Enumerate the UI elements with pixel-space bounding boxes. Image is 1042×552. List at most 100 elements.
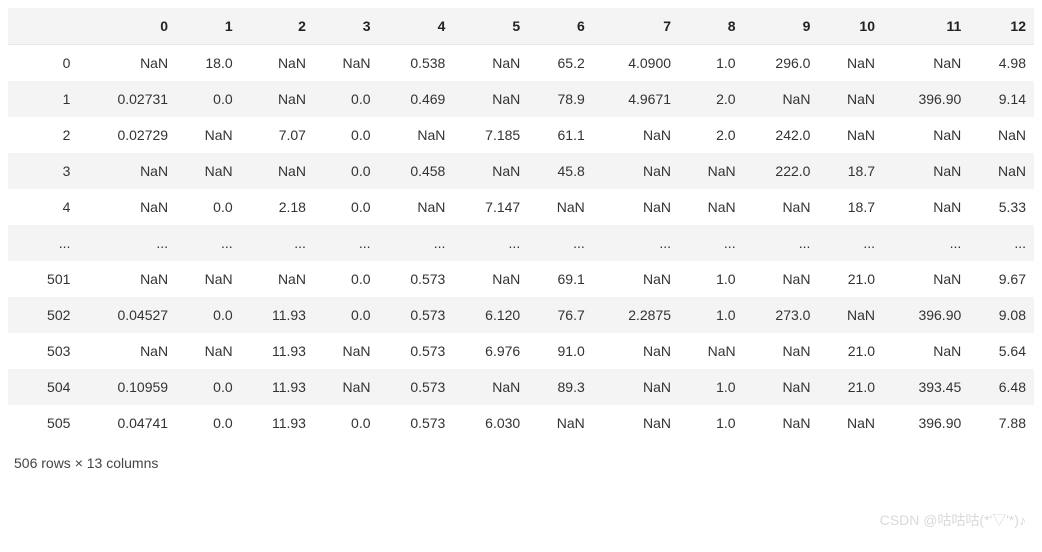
cell: ... bbox=[969, 225, 1034, 261]
cell: 11.93 bbox=[241, 405, 314, 441]
index-header bbox=[8, 8, 78, 45]
cell: 18.7 bbox=[818, 189, 883, 225]
row-index: 504 bbox=[8, 369, 78, 405]
cell: 6.976 bbox=[453, 333, 528, 369]
col-header: 2 bbox=[241, 8, 314, 45]
cell: NaN bbox=[883, 333, 969, 369]
cell: NaN bbox=[679, 189, 744, 225]
cell: 0.538 bbox=[379, 45, 454, 82]
row-index: 502 bbox=[8, 297, 78, 333]
cell: 6.030 bbox=[453, 405, 528, 441]
row-index: 503 bbox=[8, 333, 78, 369]
table-row: 5040.109590.011.93NaN0.573NaN89.3NaN1.0N… bbox=[8, 369, 1034, 405]
cell: NaN bbox=[593, 369, 679, 405]
cell: 5.64 bbox=[969, 333, 1034, 369]
cell: ... bbox=[818, 225, 883, 261]
cell: NaN bbox=[744, 261, 819, 297]
cell: 45.8 bbox=[528, 153, 593, 189]
cell: NaN bbox=[78, 153, 176, 189]
cell: 0.04741 bbox=[78, 405, 176, 441]
col-header: 8 bbox=[679, 8, 744, 45]
cell: ... bbox=[528, 225, 593, 261]
table-row: 20.02729NaN7.070.0NaN7.18561.1NaN2.0242.… bbox=[8, 117, 1034, 153]
cell: 18.7 bbox=[818, 153, 883, 189]
cell: 11.93 bbox=[241, 369, 314, 405]
cell: 4.0900 bbox=[593, 45, 679, 82]
cell: NaN bbox=[883, 189, 969, 225]
cell: ... bbox=[593, 225, 679, 261]
cell: 76.7 bbox=[528, 297, 593, 333]
row-index: ... bbox=[8, 225, 78, 261]
cell: NaN bbox=[314, 369, 379, 405]
cell: NaN bbox=[78, 261, 176, 297]
cell: 11.93 bbox=[241, 333, 314, 369]
cell: NaN bbox=[78, 45, 176, 82]
cell: NaN bbox=[528, 189, 593, 225]
col-header: 6 bbox=[528, 8, 593, 45]
cell: 2.0 bbox=[679, 81, 744, 117]
cell: NaN bbox=[883, 153, 969, 189]
dataframe-table: 0 1 2 3 4 5 6 7 8 9 10 11 12 0NaN18.0NaN… bbox=[8, 8, 1034, 441]
cell: NaN bbox=[241, 81, 314, 117]
cell: 9.67 bbox=[969, 261, 1034, 297]
cell: NaN bbox=[818, 45, 883, 82]
watermark-text: CSDN @咕咕咕(*'▽'*)♪ bbox=[880, 510, 1026, 530]
cell: ... bbox=[883, 225, 969, 261]
cell: 6.120 bbox=[453, 297, 528, 333]
cell: NaN bbox=[528, 405, 593, 441]
col-header: 5 bbox=[453, 8, 528, 45]
cell: NaN bbox=[78, 189, 176, 225]
cell: NaN bbox=[593, 261, 679, 297]
cell: NaN bbox=[744, 405, 819, 441]
cell: ... bbox=[679, 225, 744, 261]
cell: 61.1 bbox=[528, 117, 593, 153]
cell: 396.90 bbox=[883, 81, 969, 117]
cell: 0.0 bbox=[314, 297, 379, 333]
table-row: 503NaNNaN11.93NaN0.5736.97691.0NaNNaNNaN… bbox=[8, 333, 1034, 369]
cell: NaN bbox=[176, 117, 241, 153]
shape-summary: 506 rows × 13 columns bbox=[8, 441, 1034, 477]
cell: 0.0 bbox=[314, 405, 379, 441]
cell: 21.0 bbox=[818, 333, 883, 369]
col-header: 10 bbox=[818, 8, 883, 45]
table-row: 0NaN18.0NaNNaN0.538NaN65.24.09001.0296.0… bbox=[8, 45, 1034, 82]
col-header: 11 bbox=[883, 8, 969, 45]
table-header-row: 0 1 2 3 4 5 6 7 8 9 10 11 12 bbox=[8, 8, 1034, 45]
cell: NaN bbox=[818, 117, 883, 153]
cell: 0.0 bbox=[314, 261, 379, 297]
cell: 2.2875 bbox=[593, 297, 679, 333]
cell: NaN bbox=[883, 45, 969, 82]
cell: NaN bbox=[453, 261, 528, 297]
cell: 11.93 bbox=[241, 297, 314, 333]
cell: 7.07 bbox=[241, 117, 314, 153]
cell: 21.0 bbox=[818, 261, 883, 297]
cell: 1.0 bbox=[679, 297, 744, 333]
cell: NaN bbox=[593, 117, 679, 153]
cell: ... bbox=[379, 225, 454, 261]
cell: 0.573 bbox=[379, 369, 454, 405]
cell: ... bbox=[453, 225, 528, 261]
cell: NaN bbox=[314, 333, 379, 369]
col-header: 7 bbox=[593, 8, 679, 45]
cell: 18.0 bbox=[176, 45, 241, 82]
cell: 1.0 bbox=[679, 45, 744, 82]
cell: NaN bbox=[818, 405, 883, 441]
cell: NaN bbox=[969, 117, 1034, 153]
row-index: 1 bbox=[8, 81, 78, 117]
cell: ... bbox=[744, 225, 819, 261]
cell: 0.0 bbox=[176, 81, 241, 117]
cell: 393.45 bbox=[883, 369, 969, 405]
cell: NaN bbox=[818, 297, 883, 333]
table-row: 501NaNNaNNaN0.00.573NaN69.1NaN1.0NaN21.0… bbox=[8, 261, 1034, 297]
table-row: ........................................… bbox=[8, 225, 1034, 261]
cell: 69.1 bbox=[528, 261, 593, 297]
table-row: 5020.045270.011.930.00.5736.12076.72.287… bbox=[8, 297, 1034, 333]
cell: 5.33 bbox=[969, 189, 1034, 225]
table-row: 4NaN0.02.180.0NaN7.147NaNNaNNaNNaN18.7Na… bbox=[8, 189, 1034, 225]
cell: ... bbox=[78, 225, 176, 261]
table-row: 10.027310.0NaN0.00.469NaN78.94.96712.0Na… bbox=[8, 81, 1034, 117]
cell: NaN bbox=[744, 189, 819, 225]
cell: 1.0 bbox=[679, 261, 744, 297]
cell: NaN bbox=[593, 333, 679, 369]
col-header: 4 bbox=[379, 8, 454, 45]
